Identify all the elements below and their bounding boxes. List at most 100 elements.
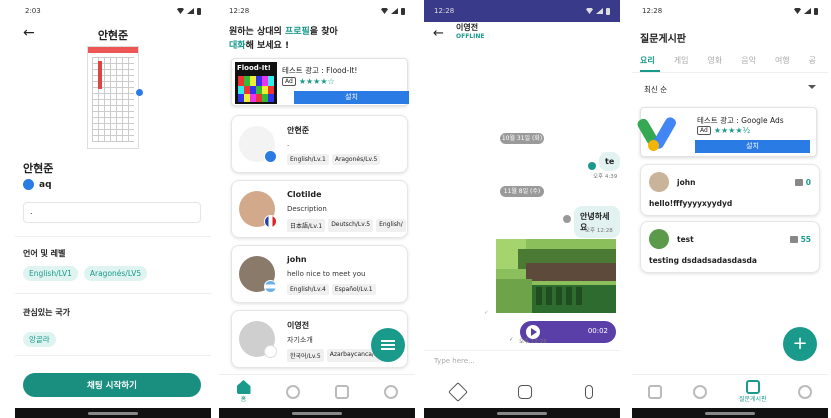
chevron-down-icon[interactable] (808, 85, 816, 89)
page-title: 안현준 (97, 29, 129, 42)
status-bar: 12:28 (632, 0, 828, 22)
start-chat-button[interactable]: 채팅 시작하기 (23, 373, 201, 397)
status-bar: 12:28 (219, 0, 415, 22)
status-time: 12:28 (434, 7, 455, 15)
ad-stars: ★★★★½ (713, 126, 751, 135)
message-input[interactable]: Type here... (424, 350, 620, 372)
date-divider: 11월 8일 (수) (500, 186, 544, 197)
post-body: hello!fffyyyyxyydyd (649, 199, 733, 208)
signal-icon (391, 8, 398, 14)
post-author: john (677, 178, 696, 187)
avatar (649, 172, 669, 192)
nav-pill[interactable] (705, 412, 755, 415)
back-arrow-icon[interactable]: ← (433, 26, 444, 41)
check-icon: ✓ (509, 337, 514, 343)
image-message[interactable] (496, 239, 616, 313)
mic-icon[interactable] (585, 385, 594, 399)
camera-icon[interactable] (517, 385, 532, 399)
battery-icon (814, 7, 818, 15)
tab-movie[interactable]: 영화 (707, 55, 722, 66)
user-desc: . (287, 140, 290, 148)
nav-pill[interactable] (292, 412, 342, 415)
bio-field[interactable]: . (23, 202, 201, 223)
user-name: Clotilde (287, 190, 322, 199)
battery-icon (197, 7, 201, 15)
language-label: 언어 및 레벨 (23, 249, 66, 258)
marker-icon (136, 89, 143, 96)
user-name: 이영전 (287, 321, 310, 330)
user-id-icon (23, 179, 34, 190)
language-chip: English/LV1 (23, 266, 78, 281)
chat-icon[interactable] (285, 384, 300, 399)
ad-banner[interactable]: 테스트 광고 : Google Ads Ad ★★★★½ 설치 (635, 107, 817, 157)
user-desc: 자기소개 (287, 336, 313, 344)
chat-screen: 12:28 ← 이영전 OFFLINE 10월 31일 (화) te 오후 4:… (424, 0, 620, 418)
add-post-button[interactable]: + (783, 327, 817, 361)
ad-title: 테스트 광고 : Google Ads (697, 116, 784, 125)
ad-stars: ★★★★☆ (298, 77, 335, 86)
puzzle-icon[interactable] (447, 382, 468, 402)
ad-badge: Ad (697, 126, 711, 135)
board-screen: 12:28 질문게시판 요리 게임 영화 음악 여행 공 최신 순 테스트 광고… (632, 0, 828, 418)
page-title: 질문게시판 (640, 34, 686, 45)
flag-icon (264, 345, 277, 358)
voice-duration: 00:02 (587, 327, 608, 335)
nav-home[interactable]: 홈 (236, 380, 251, 403)
user-card[interactable]: john hello nice to meet you English/Lv.4… (231, 245, 408, 303)
profile-id-text: aq (39, 179, 52, 190)
board-icon[interactable] (334, 384, 349, 399)
post-card[interactable]: test 55 testing dsdadsadasdasda (640, 221, 820, 273)
board-icon (745, 380, 760, 394)
wifi-icon (381, 8, 388, 14)
wifi-icon (586, 8, 593, 14)
chat-tools (424, 378, 620, 406)
chat-status: OFFLINE (456, 33, 485, 40)
tab-more[interactable]: 공 (809, 55, 816, 66)
chat-icon[interactable] (693, 384, 708, 399)
sort-dropdown[interactable]: 최신 순 (644, 84, 667, 95)
nav-pill[interactable] (497, 412, 547, 415)
home-icon[interactable] (647, 384, 662, 399)
profile-image[interactable] (87, 46, 143, 149)
message-bubble[interactable]: te (599, 152, 620, 171)
signal-icon (596, 8, 603, 14)
nav-board[interactable]: 질문게시판 (739, 380, 767, 403)
message-time: 오후 12:28 (585, 228, 613, 234)
post-card[interactable]: john 0 hello!fffyyyyxyydyd (640, 164, 820, 216)
bottom-nav: 홈 (219, 374, 415, 408)
read-check-icon (588, 162, 596, 170)
wifi-icon (794, 8, 801, 14)
install-button[interactable]: 설치 (294, 91, 409, 104)
profile-icon[interactable] (383, 384, 398, 399)
flag-icon (264, 215, 277, 228)
tab-game[interactable]: 게임 (674, 55, 689, 66)
tab-cooking[interactable]: 요리 (640, 55, 655, 66)
thumbs-up-icon (794, 179, 803, 186)
headline: 원하는 상대의 프로필을 찾아 대화해 보세요 ! (229, 27, 338, 51)
profile-icon[interactable] (798, 384, 813, 399)
profile-id: aq (23, 179, 52, 190)
install-button[interactable]: 설치 (695, 140, 810, 153)
status-bar: 2:03 (15, 0, 211, 22)
battery-icon (401, 7, 405, 15)
tab-music[interactable]: 음악 (741, 55, 756, 66)
like-count[interactable]: 55 (789, 235, 811, 244)
nav-pill[interactable] (88, 412, 138, 415)
user-name: 안현준 (287, 126, 310, 135)
check-icon: ✓ (484, 310, 489, 316)
status-time: 12:28 (229, 7, 250, 15)
date-divider: 10월 31일 (화) (500, 133, 544, 144)
user-card[interactable]: 안현준 . English/Lv.1 Aragonés/Lv.5 (231, 115, 408, 173)
user-desc: hello nice to meet you (287, 270, 366, 278)
thumbs-up-icon (789, 236, 798, 243)
user-card[interactable]: Clotilde Description 日本語/Lv.1 Deutsch/Lv.… (231, 180, 408, 238)
ad-image: Flood-It! (235, 62, 277, 104)
message-time: 오후 4:39 (593, 174, 618, 180)
filter-icon (381, 339, 395, 351)
post-author: test (677, 235, 694, 244)
tab-travel[interactable]: 여행 (775, 55, 790, 66)
google-ads-logo (635, 114, 683, 152)
like-count[interactable]: 0 (794, 178, 811, 187)
filter-button[interactable] (371, 328, 405, 362)
ad-banner[interactable]: Flood-It! 테스트 광고 : Flood-It! Ad ★★★★☆ 설치 (231, 58, 409, 106)
